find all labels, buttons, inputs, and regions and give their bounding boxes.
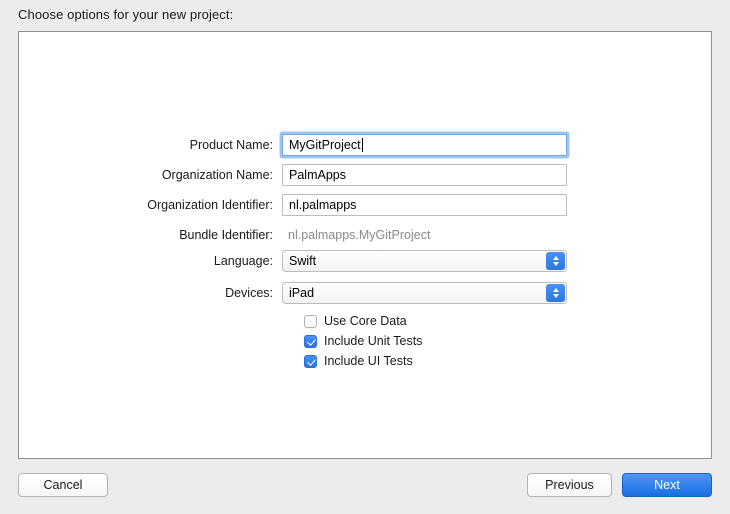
chevron-up-down-icon[interactable]	[546, 284, 565, 302]
field-label: Language:	[213, 254, 273, 268]
form-row: Devices: iPad	[19, 280, 567, 306]
popup-button-value: Swift	[289, 254, 317, 268]
checkbox-label: Include Unit Tests	[324, 334, 423, 348]
checkbox-row[interactable]: Use Core Data	[304, 311, 407, 331]
field-label: Devices:	[225, 286, 273, 300]
text-input-value: PalmApps	[289, 168, 346, 182]
previous-button[interactable]: Previous	[527, 473, 612, 497]
field-label: Organization Identifier:	[147, 198, 273, 212]
checkbox-label: Include UI Tests	[324, 354, 413, 368]
chevron-up-down-icon[interactable]	[546, 252, 565, 270]
form-row: Organization Name: PalmApps	[19, 162, 567, 188]
checkbox-checked-icon[interactable]	[304, 354, 317, 368]
field-label: Organization Name:	[161, 168, 273, 182]
field-label: Product Name:	[189, 138, 273, 152]
text-input[interactable]: MyGitProject	[282, 134, 567, 156]
popup-button[interactable]: iPad	[282, 282, 567, 304]
checkbox-unchecked-icon[interactable]	[304, 314, 317, 328]
form-row: Bundle Identifier: nl.palmapps.MyGitProje…	[19, 222, 430, 248]
form-row: Organization Identifier: nl.palmapps	[19, 192, 567, 218]
form-row: Product Name: MyGitProject	[19, 132, 567, 158]
text-input-value: MyGitProject	[289, 138, 361, 152]
checkbox-row[interactable]: Include UI Tests	[304, 351, 413, 371]
next-button[interactable]: Next	[622, 473, 712, 497]
options-panel: Product Name: MyGitProject Organization Na…	[18, 31, 712, 459]
popup-button-value: iPad	[289, 286, 315, 300]
field-label: Bundle Identifier:	[179, 228, 273, 242]
dialog-prompt: Choose options for your new project:	[18, 7, 234, 22]
text-input[interactable]: nl.palmapps	[282, 194, 567, 216]
form-row: Language: Swift	[19, 248, 567, 274]
cancel-button[interactable]: Cancel	[18, 473, 108, 497]
text-input-value: nl.palmapps	[289, 198, 357, 212]
checkbox-row[interactable]: Include Unit Tests	[304, 331, 422, 351]
text-cursor	[361, 138, 363, 152]
popup-button[interactable]: Swift	[282, 250, 567, 272]
text-input[interactable]: PalmApps	[282, 164, 567, 186]
checkbox-label: Use Core Data	[324, 314, 407, 328]
checkbox-checked-icon[interactable]	[304, 334, 317, 348]
readonly-value: nl.palmapps.MyGitProject	[288, 228, 431, 242]
